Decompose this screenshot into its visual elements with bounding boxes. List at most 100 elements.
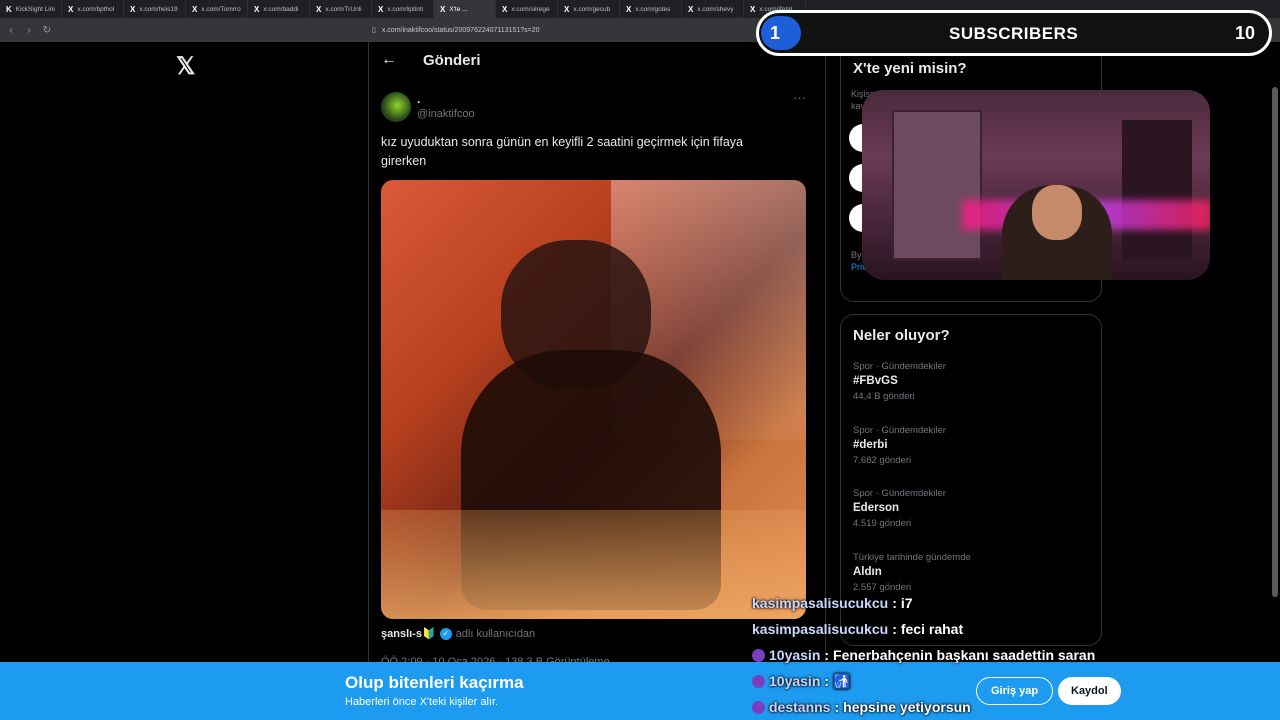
post-text: kız uyuduktan sonra günün en keyifli 2 s… — [381, 135, 743, 168]
url-field[interactable]: ▯ x.com/inaktifcoo/status/20097622407113… — [372, 22, 752, 38]
tab-label: x.com/siirege — [511, 5, 550, 13]
trend-item[interactable]: Spor · Gündemdekiler #derbi 7.682 gönder… — [853, 425, 946, 466]
browser-tab[interactable]: Xx.com/liptinti — [372, 0, 434, 18]
browser-tab[interactable]: Xx.com/baddi — [248, 0, 310, 18]
back-arrow-icon[interactable]: ‹ — [4, 25, 18, 36]
forward-arrow-icon[interactable]: › — [22, 25, 36, 36]
avatar[interactable] — [381, 92, 411, 122]
video-table — [381, 510, 806, 619]
banner-subtitle: Haberleri önce X'teki kişiler alır. — [345, 696, 499, 708]
chat-message: 10yasin: 🚮 — [752, 668, 1112, 694]
chat-text: 🚮 — [833, 672, 851, 689]
browser-tab[interactable]: Xx.com/bpthol — [62, 0, 124, 18]
tab-label: x.com/bpthol — [77, 5, 115, 13]
tab-favicon-icon: X — [502, 4, 508, 14]
tab-favicon-icon: X — [626, 4, 632, 14]
page-scrollbar[interactable] — [1272, 87, 1278, 597]
trend-item[interactable]: Spor · Gündemdekiler #FBvGS 44,4 B gönde… — [853, 361, 946, 402]
chat-badge-icon — [752, 648, 765, 662]
tab-label: x.com/Tomrro — [201, 5, 241, 13]
chat-text: Fenerbahçenin başkanı saadettin saran — [833, 647, 1096, 663]
webcam-door — [1122, 120, 1192, 260]
browser-tab[interactable]: Xx.com/gecub — [558, 0, 620, 18]
chat-text: i7 — [900, 595, 913, 611]
trend-item[interactable]: Spor · Gündemdekiler Ederson 4.519 gönde… — [853, 488, 946, 529]
chat-separator: : — [824, 647, 830, 663]
post-video[interactable] — [381, 180, 806, 619]
trend-item[interactable]: Türkiye tarihinde gündemde Aldın 2.557 g… — [853, 552, 971, 593]
chat-message: destanns: hepsine yetiyorsun — [752, 694, 1112, 720]
chat-username[interactable]: 10yasin — [769, 673, 820, 689]
chat-username[interactable]: destanns — [769, 699, 830, 715]
trend-count: 44,4 B gönderi — [853, 391, 915, 402]
chat-separator: : — [834, 699, 840, 715]
tab-label: x.com/shevy — [697, 5, 734, 13]
trend-category: Spor · Gündemdekiler — [853, 425, 946, 436]
trend-count: 7.682 gönderi — [853, 455, 912, 466]
chat-text: feci rahat — [900, 621, 964, 637]
subscriber-goal-overlay: 1 SUBSCRIBERS 10 — [756, 10, 1272, 56]
tab-label: x.com/TrUnli — [325, 5, 362, 13]
tab-label: x.com/baddi — [263, 5, 299, 13]
tab-favicon-icon: X — [440, 4, 446, 14]
tab-favicon-icon: K — [6, 4, 12, 14]
chat-message: kasimpasalisucukcu: i7 — [752, 590, 1112, 616]
tab-label: x.com/gotes — [635, 5, 671, 13]
terms-text: By — [851, 250, 862, 260]
page-title: Gönderi — [423, 52, 481, 69]
browser-tab[interactable]: Xx.com/Tomrro — [186, 0, 248, 18]
browser-tab[interactable]: K KickSight Lini — [0, 0, 62, 18]
back-arrow-icon[interactable]: ← — [381, 51, 397, 69]
chat-message: 10yasin: Fenerbahçenin başkanı saadettin … — [752, 642, 1112, 668]
trend-name: Ederson — [853, 502, 900, 514]
trend-category: Türkiye tarihinde gündemde — [853, 552, 971, 563]
tab-label: KickSight Lini — [15, 5, 55, 13]
subscriber-goal: 10 — [1234, 23, 1255, 43]
tab-label: X'te ... — [449, 5, 468, 13]
tab-favicon-icon: X — [316, 4, 322, 14]
tab-label: x.com/gecub — [573, 5, 611, 13]
url-text: x.com/inaktifcoo/status/2009762240711315… — [381, 26, 540, 34]
video-credit[interactable]: şanslı-s🔰 ✓ adlı kullanıcıdan — [381, 627, 535, 640]
browser-tab[interactable]: Xx.com/TrUnli — [310, 0, 372, 18]
credit-subtext: adlı kullanıcıdan — [455, 627, 536, 640]
tab-favicon-icon: X — [688, 4, 694, 14]
webcam-streamer-face — [1032, 185, 1082, 240]
chat-separator: : — [824, 673, 830, 689]
user-handle[interactable]: @inaktifcoo — [417, 108, 475, 120]
browser-tab[interactable]: Xx.com/heis19 — [124, 0, 186, 18]
chat-badge-icon — [752, 700, 765, 714]
chat-username[interactable]: kasimpasalisucukcu — [752, 595, 888, 611]
more-options-icon[interactable]: ··· — [793, 90, 806, 105]
x-logo-icon[interactable]: 𝕏 — [176, 52, 195, 81]
trend-category: Spor · Gündemdekiler — [853, 488, 946, 499]
browser-tab[interactable]: X X'te ... — [434, 0, 496, 18]
trend-name: #derbi — [853, 439, 888, 451]
tab-favicon-icon: X — [192, 4, 198, 14]
trend-count: 4.519 gönderi — [853, 518, 912, 529]
bookmark-icon[interactable]: ▯ — [372, 26, 376, 34]
trend-name: #FBvGS — [853, 375, 898, 387]
reload-icon[interactable]: ↻ — [40, 25, 54, 36]
tab-favicon-icon: X — [564, 4, 570, 14]
chat-separator: : — [892, 595, 897, 611]
tab-favicon-icon: X — [254, 4, 260, 14]
chat-text: hepsine yetiyorsun — [843, 699, 971, 715]
webcam-overlay — [862, 90, 1210, 280]
chat-username[interactable]: kasimpasalisucukcu — [752, 621, 888, 637]
browser-tab[interactable]: Xx.com/gotes — [620, 0, 682, 18]
tab-favicon-icon: X — [130, 4, 136, 14]
chat-separator: : — [892, 621, 897, 637]
webcam-cabinet — [892, 110, 982, 260]
display-name[interactable]: . — [417, 92, 420, 106]
chat-username[interactable]: 10yasin — [769, 647, 820, 663]
browser-tab[interactable]: Xx.com/siirege — [496, 0, 558, 18]
tab-favicon-icon: X — [68, 4, 74, 14]
chat-message: kasimpasalisucukcu: feci rahat — [752, 616, 1112, 642]
tab-label: x.com/liptinti — [387, 5, 424, 13]
stream-chat-overlay: kasimpasalisucukcu: i7 kasimpasalisucukcu:… — [752, 590, 1112, 720]
trend-category: Spor · Gündemdekiler — [853, 361, 946, 372]
browser-tab[interactable]: Xx.com/shevy — [682, 0, 744, 18]
tab-label: x.com/heis19 — [139, 5, 178, 13]
verified-badge-icon: ✓ — [439, 627, 452, 640]
